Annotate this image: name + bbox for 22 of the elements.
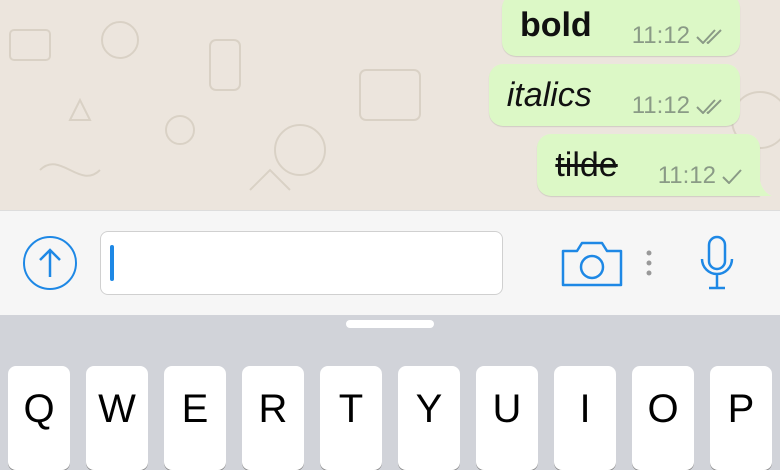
more-options-button[interactable] [645,249,653,278]
keyboard-key[interactable]: O [632,366,694,470]
keyboard-key[interactable]: R [242,366,304,470]
camera-button[interactable] [561,239,623,288]
message-text: bold [520,6,592,45]
keyboard-key[interactable]: I [554,366,616,470]
keyboard-key[interactable]: P [710,366,772,470]
keyboard-key[interactable]: T [320,366,382,470]
upload-button[interactable] [22,235,78,292]
keyboard-key[interactable]: U [476,366,538,470]
microphone-button[interactable] [699,235,735,292]
keyboard-key[interactable]: W [86,366,148,470]
message-text: tilde [555,146,618,185]
keyboard-key[interactable]: Y [398,366,460,470]
keyboard-handle[interactable] [346,320,434,328]
keyboard-key[interactable]: Q [8,366,70,470]
message-time: 11:12 [658,162,716,190]
message-time: 11:12 [632,92,690,120]
message-text: italics [506,76,592,115]
message-time: 11:12 [632,22,690,50]
keyboard-key[interactable]: E [164,366,226,470]
message-input-field[interactable] [100,231,503,296]
